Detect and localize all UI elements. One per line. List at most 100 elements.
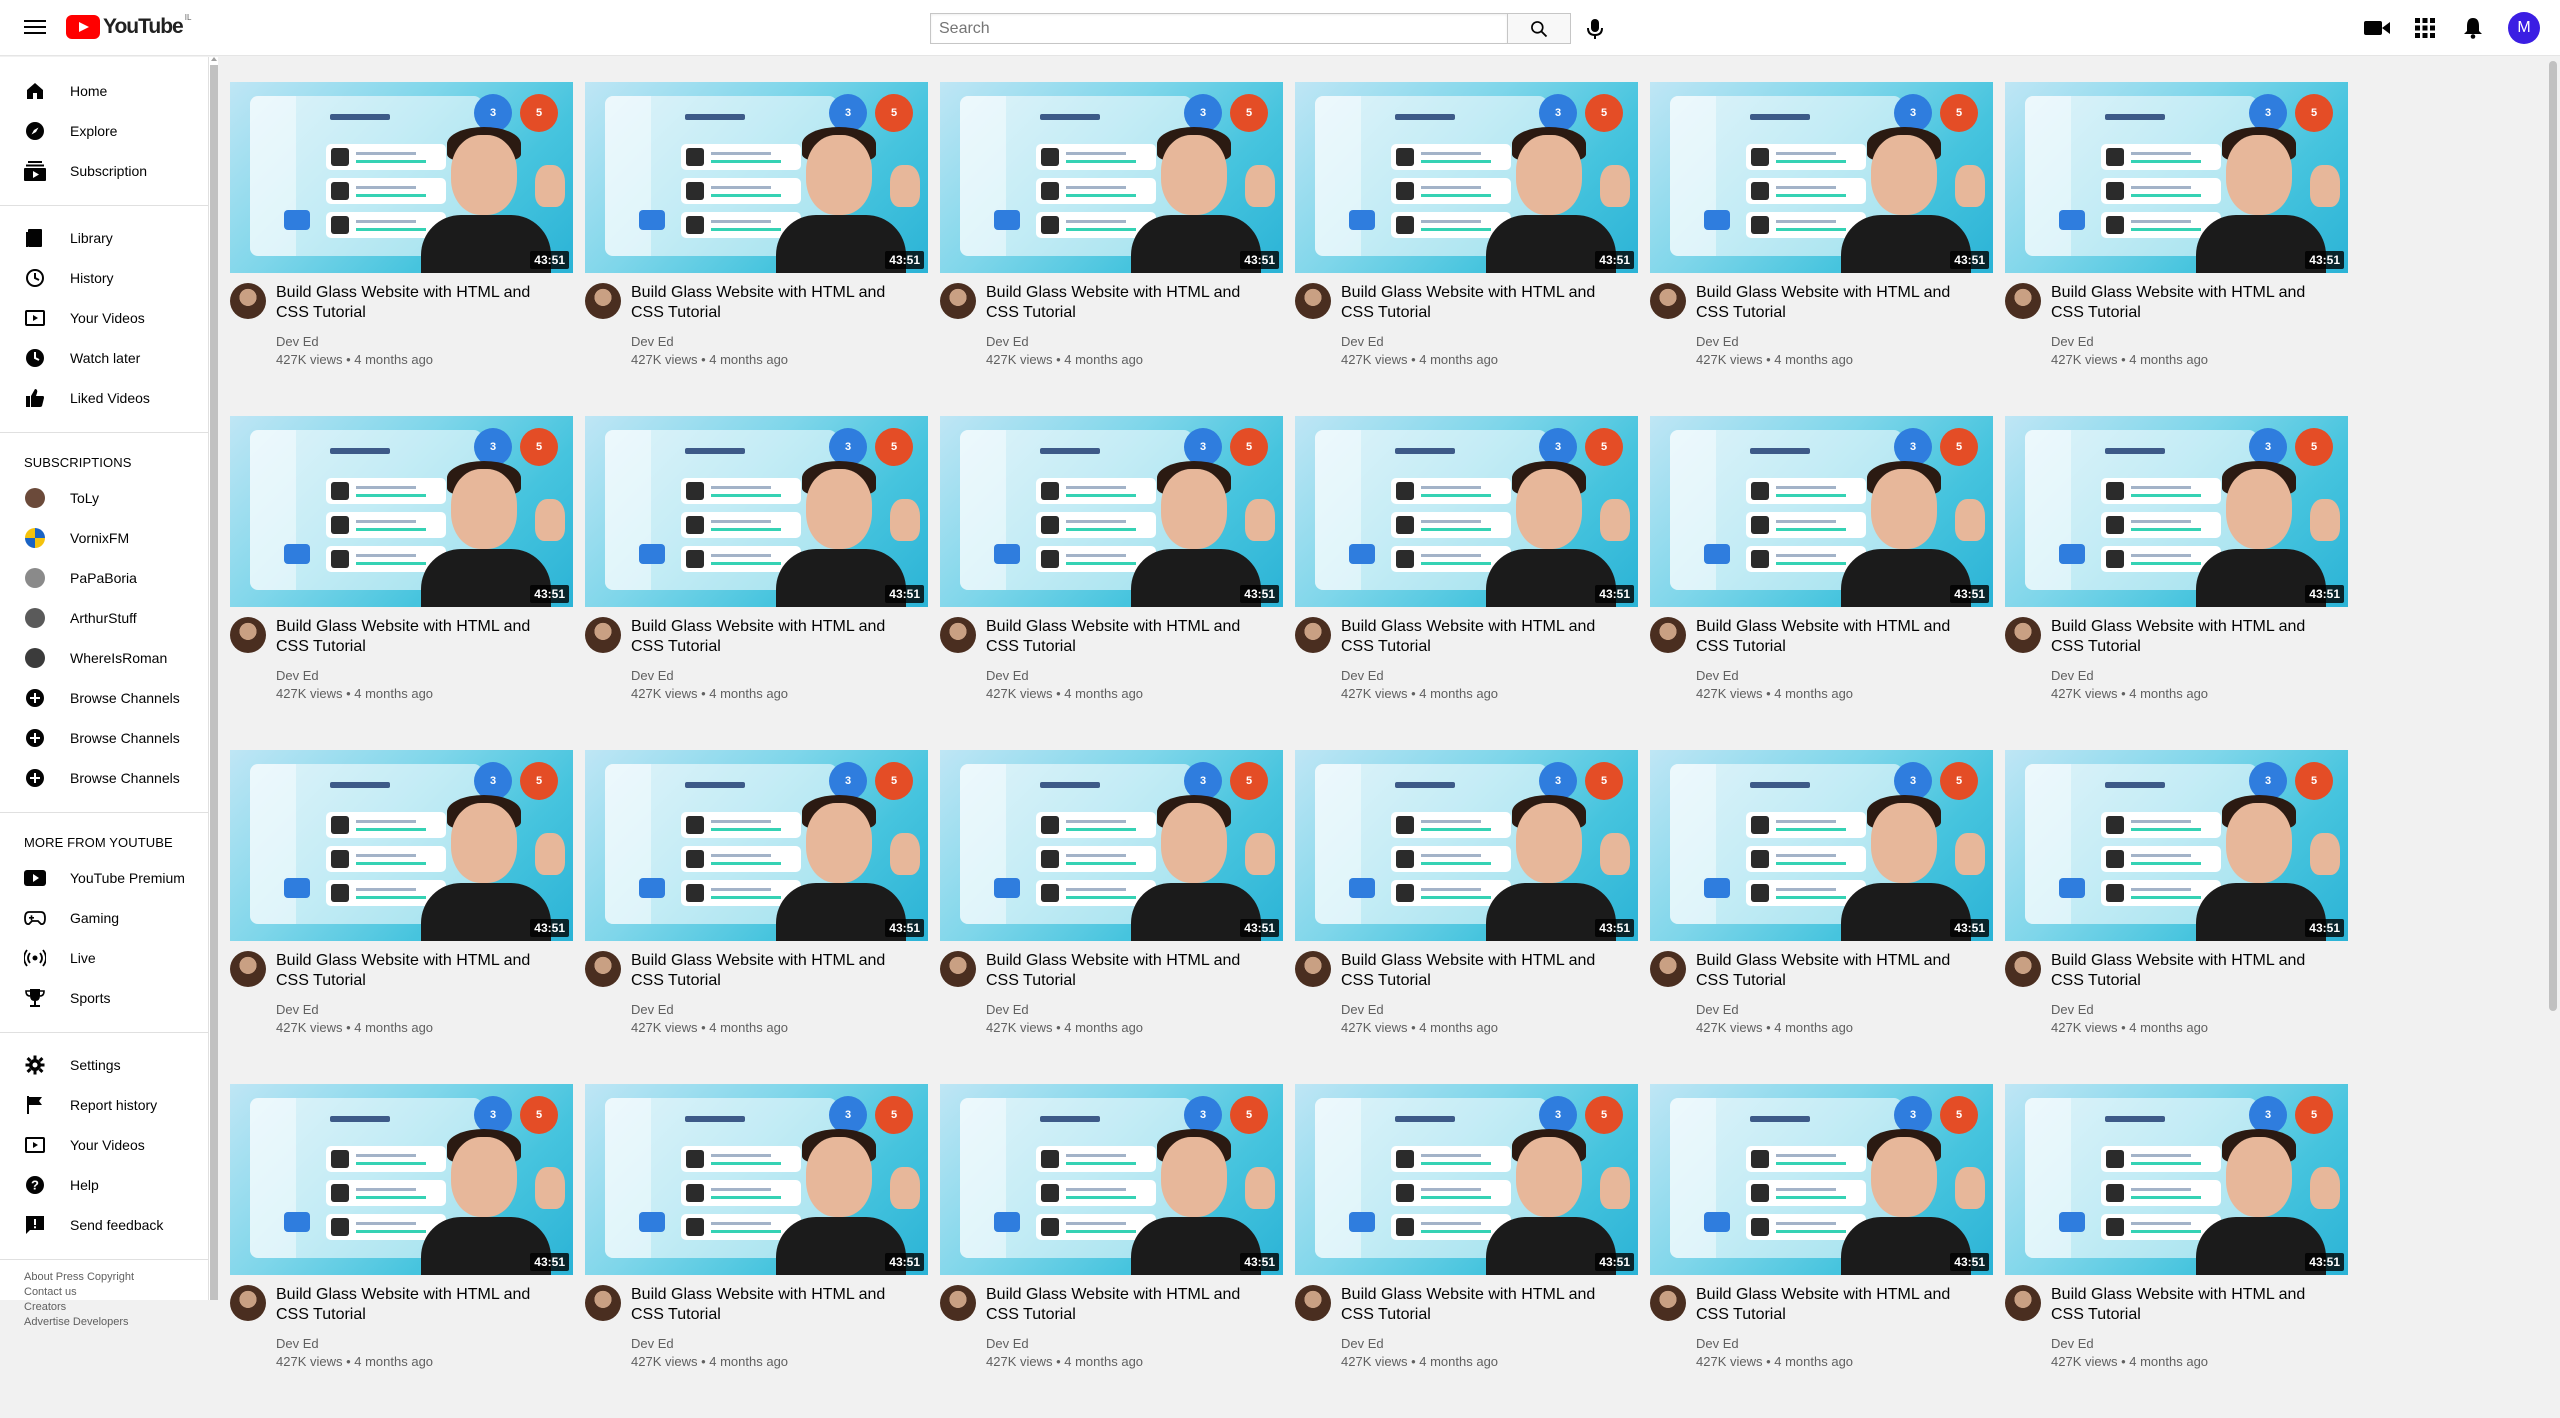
channel-avatar[interactable] <box>2005 1285 2041 1321</box>
channel-avatar[interactable] <box>230 617 266 653</box>
channel-name[interactable]: Dev Ed <box>276 333 573 351</box>
video-thumbnail[interactable]: 3 5 43:51 <box>1295 750 1638 941</box>
page-scrollbar-thumb[interactable] <box>2549 61 2557 1011</box>
video-thumbnail[interactable]: 3 5 43:51 <box>940 750 1283 941</box>
video-card[interactable]: 3 5 43:51 Build Glass Website with HTML … <box>1295 1084 1638 1418</box>
video-thumbnail[interactable]: 3 5 43:51 <box>1650 750 1993 941</box>
channel-name[interactable]: Dev Ed <box>1696 1001 1993 1019</box>
video-title[interactable]: Build Glass Website with HTML and CSS Tu… <box>1341 617 1631 657</box>
video-thumbnail[interactable]: 3 5 43:51 <box>1650 1084 1993 1275</box>
sidebar-item-explore[interactable]: Explore <box>0 111 208 151</box>
video-title[interactable]: Build Glass Website with HTML and CSS Tu… <box>1341 951 1631 991</box>
channel-name[interactable]: Dev Ed <box>631 1001 928 1019</box>
video-thumbnail[interactable]: 3 5 43:51 <box>1295 82 1638 273</box>
account-avatar[interactable]: M <box>2508 12 2540 44</box>
channel-name[interactable]: Dev Ed <box>986 1001 1283 1019</box>
footer-links-about[interactable]: About Press Copyright <box>24 1270 184 1285</box>
channel-name[interactable]: Dev Ed <box>631 667 928 685</box>
sidebar-item-youtube-premium[interactable]: YouTube Premium <box>0 858 208 898</box>
channel-name[interactable]: Dev Ed <box>631 333 928 351</box>
channel-avatar[interactable] <box>230 283 266 319</box>
sidebar-item-home[interactable]: Home <box>0 71 208 111</box>
video-title[interactable]: Build Glass Website with HTML and CSS Tu… <box>986 1285 1276 1325</box>
video-thumbnail[interactable]: 3 5 43:51 <box>2005 416 2348 607</box>
channel-avatar[interactable] <box>2005 283 2041 319</box>
video-title[interactable]: Build Glass Website with HTML and CSS Tu… <box>2051 283 2341 323</box>
video-card[interactable]: 3 5 43:51 Build Glass Website with HTML … <box>585 416 928 750</box>
video-title[interactable]: Build Glass Website with HTML and CSS Tu… <box>986 951 1276 991</box>
video-thumbnail[interactable]: 3 5 43:51 <box>2005 1084 2348 1275</box>
video-title[interactable]: Build Glass Website with HTML and CSS Tu… <box>1696 617 1986 657</box>
video-title[interactable]: Build Glass Website with HTML and CSS Tu… <box>631 617 921 657</box>
channel-avatar[interactable] <box>1650 951 1686 987</box>
youtube-logo[interactable]: YouTube IL <box>66 13 191 39</box>
channel-name[interactable]: Dev Ed <box>1696 667 1993 685</box>
channel-avatar[interactable] <box>230 951 266 987</box>
channel-avatar[interactable] <box>1295 617 1331 653</box>
video-card[interactable]: 3 5 43:51 Build Glass Website with HTML … <box>2005 1084 2348 1418</box>
voice-search-button[interactable] <box>1583 13 1607 44</box>
video-thumbnail[interactable]: 3 5 43:51 <box>940 416 1283 607</box>
sidebar-item-report-history[interactable]: Report history <box>0 1085 208 1125</box>
video-title[interactable]: Build Glass Website with HTML and CSS Tu… <box>1696 283 1986 323</box>
channel-avatar[interactable] <box>585 1285 621 1321</box>
sidebar-item-your-videos-2[interactable]: Your Videos <box>0 1125 208 1165</box>
page-scrollbar[interactable] <box>2546 57 2560 1300</box>
video-thumbnail[interactable]: 3 5 43:51 <box>230 1084 573 1275</box>
video-card[interactable]: 3 5 43:51 Build Glass Website with HTML … <box>2005 750 2348 1084</box>
video-card[interactable]: 3 5 43:51 Build Glass Website with HTML … <box>1650 1084 1993 1418</box>
sidebar-item-browse-channels[interactable]: Browse Channels <box>0 758 208 798</box>
video-card[interactable]: 3 5 43:51 Build Glass Website with HTML … <box>2005 416 2348 750</box>
video-thumbnail[interactable]: 3 5 43:51 <box>230 82 573 273</box>
video-card[interactable]: 3 5 43:51 Build Glass Website with HTML … <box>1650 750 1993 1084</box>
sidebar-item-browse-channels[interactable]: Browse Channels <box>0 718 208 758</box>
video-card[interactable]: 3 5 43:51 Build Glass Website with HTML … <box>940 82 1283 416</box>
video-thumbnail[interactable]: 3 5 43:51 <box>230 750 573 941</box>
sidebar-item-send-feedback[interactable]: Send feedback <box>0 1205 208 1245</box>
video-card[interactable]: 3 5 43:51 Build Glass Website with HTML … <box>585 82 928 416</box>
video-title[interactable]: Build Glass Website with HTML and CSS Tu… <box>631 283 921 323</box>
channel-name[interactable]: Dev Ed <box>1341 1335 1638 1353</box>
sidebar-scrollbar-thumb[interactable] <box>210 65 218 1300</box>
channel-avatar[interactable] <box>940 283 976 319</box>
video-thumbnail[interactable]: 3 5 43:51 <box>1295 416 1638 607</box>
video-card[interactable]: 3 5 43:51 Build Glass Website with HTML … <box>1295 82 1638 416</box>
menu-icon[interactable] <box>24 16 46 38</box>
channel-avatar[interactable] <box>585 283 621 319</box>
channel-name[interactable]: Dev Ed <box>2051 1335 2348 1353</box>
channel-avatar[interactable] <box>940 951 976 987</box>
video-title[interactable]: Build Glass Website with HTML and CSS Tu… <box>2051 617 2341 657</box>
sidebar-scrollbar[interactable] <box>208 57 218 1300</box>
channel-name[interactable]: Dev Ed <box>631 1335 928 1353</box>
channel-avatar[interactable] <box>1650 283 1686 319</box>
sidebar-item-sports[interactable]: Sports <box>0 978 208 1018</box>
create-video-button[interactable] <box>2364 15 2390 41</box>
channel-name[interactable]: Dev Ed <box>276 667 573 685</box>
notifications-button[interactable] <box>2460 15 2486 41</box>
channel-name[interactable]: Dev Ed <box>1696 333 1993 351</box>
channel-name[interactable]: Dev Ed <box>2051 1001 2348 1019</box>
channel-avatar[interactable] <box>585 951 621 987</box>
video-card[interactable]: 3 5 43:51 Build Glass Website with HTML … <box>230 1084 573 1418</box>
sidebar-item-arthurstuff[interactable]: ArthurStuff <box>0 598 208 638</box>
channel-name[interactable]: Dev Ed <box>1341 667 1638 685</box>
video-title[interactable]: Build Glass Website with HTML and CSS Tu… <box>1341 283 1631 323</box>
channel-avatar[interactable] <box>585 617 621 653</box>
sidebar-item-papaboria[interactable]: PaPaBoria <box>0 558 208 598</box>
channel-avatar[interactable] <box>940 1285 976 1321</box>
search-button[interactable] <box>1507 13 1571 44</box>
video-thumbnail[interactable]: 3 5 43:51 <box>230 416 573 607</box>
channel-avatar[interactable] <box>1650 1285 1686 1321</box>
video-title[interactable]: Build Glass Website with HTML and CSS Tu… <box>2051 951 2341 991</box>
apps-button[interactable] <box>2412 15 2438 41</box>
channel-name[interactable]: Dev Ed <box>1341 333 1638 351</box>
search-input[interactable] <box>930 13 1507 44</box>
video-card[interactable]: 3 5 43:51 Build Glass Website with HTML … <box>2005 82 2348 416</box>
video-thumbnail[interactable]: 3 5 43:51 <box>585 416 928 607</box>
sidebar-item-live[interactable]: Live <box>0 938 208 978</box>
video-card[interactable]: 3 5 43:51 Build Glass Website with HTML … <box>1295 416 1638 750</box>
channel-avatar[interactable] <box>1295 1285 1331 1321</box>
video-thumbnail[interactable]: 3 5 43:51 <box>2005 82 2348 273</box>
sidebar-item-browse-channels[interactable]: Browse Channels <box>0 678 208 718</box>
video-card[interactable]: 3 5 43:51 Build Glass Website with HTML … <box>940 750 1283 1084</box>
